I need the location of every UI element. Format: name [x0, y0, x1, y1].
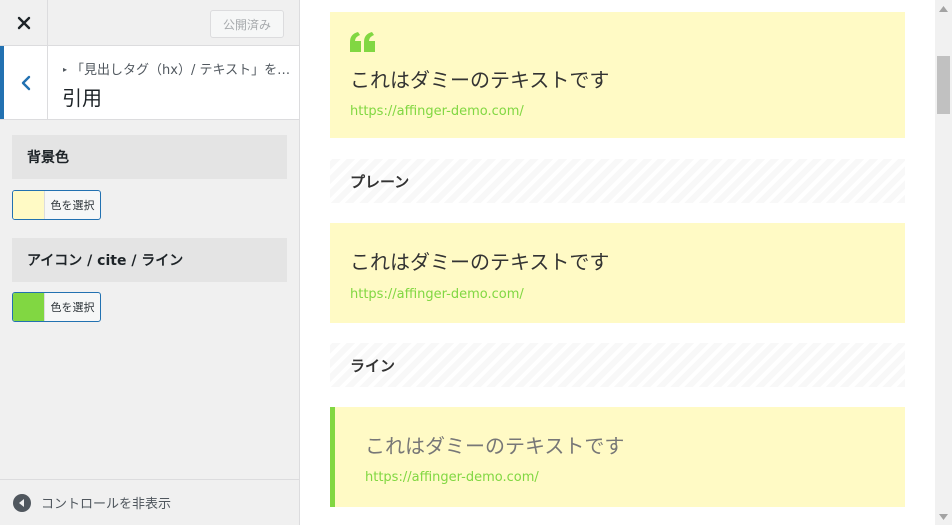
icon-cite-line-color-picker-button[interactable]: 色を選択: [12, 292, 101, 322]
scroll-thumb[interactable]: [937, 56, 950, 114]
quote-box-line: これはダミーのテキストです https://affinger-demo.com/: [330, 407, 905, 507]
arrow-up-icon: [939, 5, 948, 12]
back-button[interactable]: [0, 46, 48, 119]
close-button[interactable]: [0, 0, 48, 46]
customizer-topbar: 公開済み: [0, 0, 299, 46]
heading-plain: プレーン: [330, 159, 905, 203]
publish-button[interactable]: 公開済み: [210, 10, 284, 38]
icon-cite-line-color-swatch: [13, 293, 44, 321]
scroll-up-button[interactable]: [935, 0, 952, 17]
quote-box-default: これはダミーのテキストです https://affinger-demo.com/: [330, 12, 905, 138]
icon-cite-line-color-picker-label: 色を選択: [44, 293, 100, 321]
quote-cite-link[interactable]: https://affinger-demo.com/: [350, 104, 524, 119]
preview-scrollbar[interactable]: [935, 0, 952, 525]
breadcrumb: ▸ 「見出しタグ（hx）/ テキスト」を…: [63, 59, 295, 78]
scroll-down-button[interactable]: [935, 508, 952, 525]
quote-cite-link[interactable]: https://affinger-demo.com/: [350, 287, 524, 302]
heading-line: ライン: [330, 343, 905, 387]
background-color-label: 背景色: [12, 135, 287, 179]
quote-icon: [350, 32, 375, 52]
background-color-picker-label: 色を選択: [44, 191, 100, 219]
background-color-swatch: [13, 191, 44, 219]
quote-cite-link[interactable]: https://affinger-demo.com/: [365, 470, 539, 485]
preview-frame: これはダミーのテキストです https://affinger-demo.com/…: [300, 0, 935, 525]
quote-text: これはダミーのテキストです: [350, 68, 610, 92]
chevron-left-icon: [21, 75, 30, 90]
icon-cite-line-color-label: アイコン / cite / ライン: [12, 238, 287, 282]
section-title: 引用: [62, 86, 102, 110]
customizer-panel: 公開済み ▸ 「見出しタグ（hx）/ テキスト」を… 引用 背景色 色を選択 アイ…: [0, 0, 300, 525]
breadcrumb-arrow-icon: ▸: [63, 65, 68, 74]
close-icon: [17, 16, 30, 30]
hide-controls-icon: [13, 493, 31, 512]
quote-box-plain: これはダミーのテキストです https://affinger-demo.com/: [330, 223, 905, 323]
background-color-picker-button[interactable]: 色を選択: [12, 190, 101, 220]
quote-text: これはダミーのテキストです: [365, 434, 625, 458]
breadcrumb-text: 「見出しタグ（hx）/ テキスト」を…: [71, 63, 291, 78]
quote-text: これはダミーのテキストです: [350, 250, 610, 274]
hide-controls-button[interactable]: コントロールを非表示: [0, 479, 299, 525]
section-header: ▸ 「見出しタグ（hx）/ テキスト」を… 引用: [0, 46, 299, 120]
hide-controls-label: コントロールを非表示: [41, 497, 172, 512]
arrow-down-icon: [939, 513, 948, 520]
